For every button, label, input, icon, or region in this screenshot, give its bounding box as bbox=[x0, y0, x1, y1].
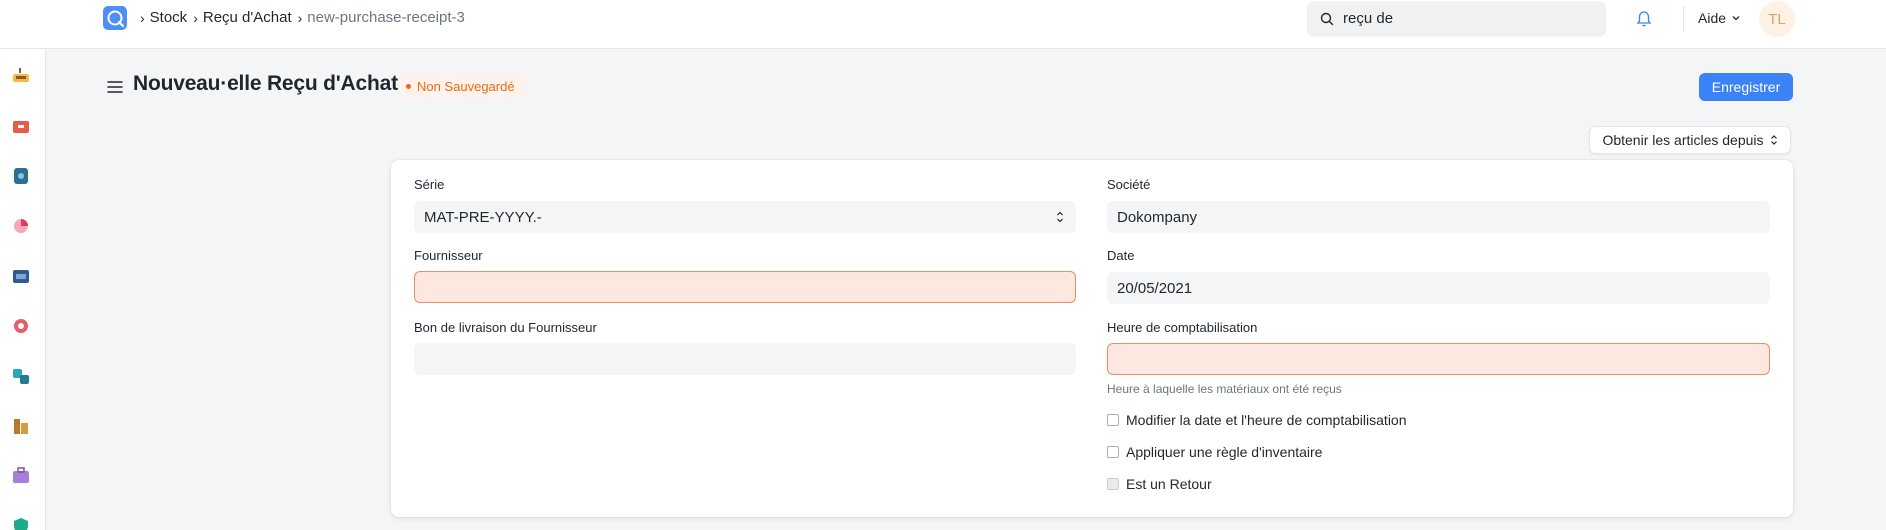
breadcrumb: › Stock › Reçu d'Achat › new-purchase-re… bbox=[140, 9, 471, 27]
form-card: Série MAT-PRE-YYYY.- Fournisseur Bon de … bbox=[391, 160, 1793, 517]
page-title: Nouveau·elle Reçu d'Achat bbox=[133, 72, 398, 95]
chevron-down-icon bbox=[1732, 16, 1740, 21]
breadcrumb-stock[interactable]: Stock bbox=[150, 9, 188, 27]
apply-putaway-rule-checkbox[interactable]: Appliquer une règle d'inventaire bbox=[1107, 444, 1322, 460]
building-icon[interactable] bbox=[10, 415, 32, 437]
date-input[interactable]: 20/05/2021 bbox=[1107, 272, 1770, 304]
company-input[interactable]: Dokompany bbox=[1107, 201, 1770, 233]
box-icon[interactable] bbox=[10, 165, 32, 187]
support-icon[interactable] bbox=[10, 315, 32, 337]
serie-value: MAT-PRE-YYYY.- bbox=[424, 208, 542, 226]
chevron-right-icon: › bbox=[193, 10, 198, 26]
folder-icon[interactable] bbox=[10, 265, 32, 287]
briefcase-icon[interactable] bbox=[10, 465, 32, 487]
is-return-checkbox: Est un Retour bbox=[1107, 476, 1212, 492]
help-dropdown[interactable]: Aide bbox=[1698, 10, 1741, 26]
inbox-tray-icon[interactable] bbox=[10, 65, 32, 87]
hamburger-menu-icon[interactable] bbox=[107, 80, 123, 94]
supplier-delivery-note-input[interactable] bbox=[414, 343, 1076, 375]
breadcrumb-current: new-purchase-receipt-3 bbox=[307, 9, 465, 26]
pie-chart-icon[interactable] bbox=[10, 215, 32, 237]
shield-icon[interactable] bbox=[10, 515, 32, 530]
checkbox-box[interactable] bbox=[1107, 414, 1119, 426]
select-caret-icon bbox=[1770, 135, 1777, 145]
is-return-label: Est un Retour bbox=[1126, 476, 1212, 492]
search-icon bbox=[1320, 12, 1334, 26]
select-caret-icon bbox=[1057, 211, 1063, 223]
company-label: Société bbox=[1107, 177, 1151, 192]
supplier-label: Fournisseur bbox=[414, 248, 483, 263]
notification-bell-icon[interactable] bbox=[1636, 10, 1652, 28]
navbar: › Stock › Reçu d'Achat › new-purchase-re… bbox=[0, 0, 1886, 49]
app-logo[interactable] bbox=[103, 6, 127, 30]
get-items-button[interactable]: Obtenir les articles depuis bbox=[1589, 126, 1791, 154]
status-dot bbox=[406, 83, 411, 89]
avatar[interactable]: TL bbox=[1759, 1, 1795, 37]
status-badge: Non Sauvegardé bbox=[398, 74, 525, 98]
toolbox-icon[interactable] bbox=[10, 115, 32, 137]
serie-label: Série bbox=[414, 177, 445, 192]
breadcrumb-purchase-receipt[interactable]: Reçu d'Achat bbox=[203, 9, 292, 27]
cubes-icon[interactable] bbox=[10, 365, 32, 387]
supplier-delivery-note-label: Bon de livraison du Fournisseur bbox=[414, 320, 597, 335]
serie-select[interactable]: MAT-PRE-YYYY.- bbox=[414, 201, 1076, 233]
chevron-right-icon: › bbox=[297, 10, 303, 26]
search-input[interactable]: reçu de bbox=[1307, 1, 1606, 37]
posting-time-help: Heure à laquelle les matériaux ont été r… bbox=[1107, 382, 1342, 396]
edit-posting-checkbox[interactable]: Modifier la date et l'heure de comptabil… bbox=[1107, 412, 1407, 428]
checkbox-box bbox=[1107, 478, 1119, 490]
help-label: Aide bbox=[1698, 10, 1727, 26]
edit-posting-label: Modifier la date et l'heure de comptabil… bbox=[1126, 412, 1407, 428]
apply-putaway-rule-label: Appliquer une règle d'inventaire bbox=[1126, 444, 1323, 460]
chevron-right-icon: › bbox=[140, 10, 145, 26]
posting-time-label: Heure de comptabilisation bbox=[1107, 320, 1258, 335]
search-value: reçu de bbox=[1343, 10, 1394, 27]
status-text: Non Sauvegardé bbox=[417, 78, 515, 94]
supplier-input[interactable] bbox=[414, 271, 1076, 303]
get-items-label: Obtenir les articles depuis bbox=[1602, 132, 1764, 148]
navbar-divider bbox=[1683, 6, 1684, 32]
save-button[interactable]: Enregistrer bbox=[1699, 73, 1793, 101]
posting-time-input[interactable] bbox=[1107, 343, 1770, 375]
checkbox-box[interactable] bbox=[1107, 446, 1119, 458]
sidebar bbox=[0, 49, 46, 530]
date-label: Date bbox=[1107, 248, 1135, 263]
